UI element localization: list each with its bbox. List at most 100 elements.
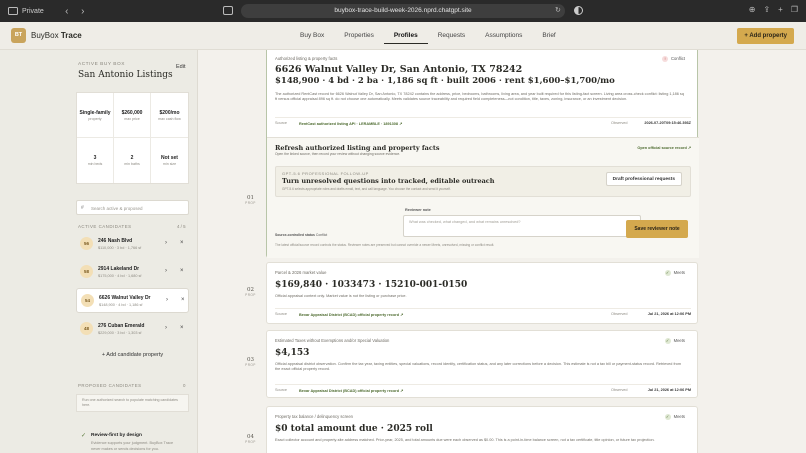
- app-header: BT BuyBox Trace Buy Box Properties Profi…: [0, 22, 806, 50]
- candidate-score: 48: [80, 322, 93, 335]
- source-row: Source Bexar Appraisal District (BCAD) o…: [275, 384, 691, 393]
- draft-requests-button[interactable]: Draft professional requests: [605, 172, 682, 186]
- status-badge-meets: ✓ Meets: [664, 270, 685, 276]
- stat-property-type: Single-family property: [77, 93, 114, 138]
- source-row: Source RentCast authorized listing API ·…: [275, 117, 691, 126]
- active-candidates-label: ACTIVE CANDIDATES: [78, 224, 132, 229]
- close-icon[interactable]: ×: [180, 325, 184, 331]
- close-icon[interactable]: ×: [180, 240, 184, 246]
- nav-profiles[interactable]: Profiles: [383, 22, 428, 44]
- candidate-search-input[interactable]: # Search active & proposed: [76, 200, 189, 215]
- observed-date: 2026-07-20T09:15:46.393Z: [644, 121, 691, 125]
- proposed-empty-note: Run one authorized search to populate ma…: [76, 394, 189, 412]
- status-badge-meets: ✓ Meets: [664, 414, 685, 420]
- refresh-section: Refresh authorized listing and property …: [267, 137, 699, 258]
- card-number: 02 PROP: [245, 287, 256, 297]
- share-icon[interactable]: ⇪: [763, 5, 770, 14]
- browser-toolbar: Private ‹ › buybox-trace-build-week-2026…: [0, 0, 806, 22]
- profile-card-parcel: Parcel & 2026 market value ✓ Meets $169,8…: [266, 262, 698, 324]
- candidate-name: 276 Cuban Emerald: [98, 323, 145, 329]
- source-link[interactable]: Bexar Appraisal District (BCAD) official…: [299, 312, 403, 317]
- card-body: Official appraisal context only. Market …: [275, 294, 407, 298]
- card-title: $4,153: [275, 348, 310, 358]
- outreach-kicker: GPT-5.6 PROFESSIONAL FOLLOW-UP: [282, 171, 369, 176]
- review-first-title: Review-first by design: [91, 433, 142, 438]
- reviewer-note-label: Reviewer note: [405, 208, 431, 212]
- candidate-score: 58: [80, 265, 93, 278]
- sidebar: ACTIVE BUY BOX Edit San Antonio Listings…: [0, 50, 198, 453]
- chevron-right-icon[interactable]: ›: [165, 268, 167, 274]
- sidebar-toggle-icon[interactable]: [8, 7, 18, 15]
- card-body: Official appraisal district observation.…: [275, 362, 682, 372]
- card-body: The authorized RentCast record for 6626 …: [275, 92, 684, 102]
- card-kicker: Authorized listing & property facts: [275, 56, 338, 61]
- download-icon[interactable]: ⊕: [749, 5, 756, 14]
- check-icon: ✓: [664, 338, 671, 344]
- check-icon: ✓: [81, 433, 87, 439]
- nav-assumptions[interactable]: Assumptions: [475, 22, 532, 50]
- edit-buy-box-link[interactable]: Edit: [176, 64, 185, 70]
- app-brand: BuyBox Trace: [31, 31, 82, 40]
- check-icon: ✓: [664, 414, 671, 420]
- privacy-shield-icon[interactable]: [574, 6, 583, 15]
- nav-buy-box[interactable]: Buy Box: [290, 22, 334, 50]
- stat-min-beds: 3 min beds: [77, 138, 114, 183]
- chevron-right-icon[interactable]: ›: [165, 325, 167, 331]
- chevron-right-icon[interactable]: ›: [166, 297, 168, 303]
- nav-properties[interactable]: Properties: [334, 22, 384, 50]
- card-number: 04 PROP: [245, 434, 256, 444]
- main-content: 01 PROP Authorized listing & property fac…: [198, 50, 806, 453]
- card-title: $0 total amount due · 2025 roll: [275, 424, 433, 434]
- tabs-icon[interactable]: ❐: [791, 5, 798, 14]
- card-body: Exact collector account and property-sit…: [275, 438, 655, 442]
- close-icon[interactable]: ×: [180, 268, 184, 274]
- candidate-score: 54: [81, 294, 94, 307]
- candidate-meta: $229,000 · 3 bd · 1,303 sf: [98, 331, 142, 335]
- candidate-item-selected[interactable]: 54 6626 Walnut Valley Dr $148,900 · 4 bd…: [76, 288, 189, 313]
- outreach-desc: GPT-5.6 selects appropriate roles and dr…: [282, 187, 451, 191]
- review-first-desc: Evidence supports your judgment. BuyBox …: [91, 441, 174, 451]
- source-link[interactable]: RentCast authorized listing API · LERAMB…: [299, 121, 402, 126]
- outreach-panel: GPT-5.6 PROFESSIONAL FOLLOW-UP Turn unre…: [275, 166, 691, 197]
- address-bar[interactable]: buybox-trace-build-week-2026.nprd.chatgp…: [241, 4, 565, 18]
- candidate-item[interactable]: 48 276 Cuban Emerald $229,000 · 3 bd · 1…: [76, 317, 189, 342]
- chevron-right-icon[interactable]: ›: [165, 240, 167, 246]
- stat-min-size: Not set min size: [161, 155, 178, 166]
- review-first-card: ✓ Review-first by design Evidence suppor…: [76, 426, 189, 453]
- status-badge-meets: ✓ Meets: [664, 338, 685, 344]
- candidate-meta: $148,900 · 4 bd · 1,186 sf: [99, 303, 143, 307]
- reviewer-note-input[interactable]: What was checked, what changed, and what…: [403, 215, 641, 237]
- candidate-item[interactable]: 58 2914 Lakeland Dr $175,000 · 4 bd · 1,…: [76, 260, 189, 285]
- candidate-name: 6626 Walnut Valley Dr: [99, 295, 151, 301]
- buy-box-stats: Single-family property $260,000 max price …: [76, 92, 189, 184]
- source-link[interactable]: Bexar Appraisal District (BCAD) official…: [299, 388, 403, 393]
- add-candidate-button[interactable]: + Add candidate property: [76, 349, 189, 362]
- source-row: Source Bexar Appraisal District (BCAD) o…: [275, 308, 691, 317]
- card-kicker: Property tax balance / delinquency scree…: [275, 414, 353, 419]
- observed-date: Jul 21, 2026 at 12:06 PM: [647, 388, 691, 392]
- candidate-name: 246 Nash Blvd: [98, 238, 133, 244]
- close-icon[interactable]: ×: [181, 297, 185, 303]
- refresh-title: Refresh authorized listing and property …: [275, 144, 440, 152]
- card-title: $169,840 · 1033473 · 15210-001-0150: [275, 280, 468, 290]
- card-subtitle: $148,900 · 4 bd · 2 ba · 1,186 sq ft · b…: [275, 76, 615, 86]
- new-tab-icon[interactable]: +: [778, 5, 783, 14]
- back-icon[interactable]: ‹: [62, 6, 72, 17]
- search-icon: #: [81, 205, 84, 211]
- nav-brief[interactable]: Brief: [532, 22, 565, 50]
- candidate-item[interactable]: 56 246 Nash Blvd $110,000 · 3 bd · 1,766…: [76, 232, 189, 257]
- forward-icon[interactable]: ›: [78, 6, 88, 17]
- top-nav: Buy Box Properties Profiles Requests Ass…: [290, 22, 566, 50]
- app-logo: BT: [11, 28, 26, 43]
- check-icon: ✓: [664, 270, 671, 276]
- candidate-meta: $175,000 · 4 bd · 1,680 sf: [98, 274, 142, 278]
- active-candidates-count: 4 / 5: [177, 224, 186, 229]
- tab-overview-icon[interactable]: [223, 6, 233, 15]
- add-property-button[interactable]: + Add property: [737, 28, 794, 44]
- save-reviewer-note-button[interactable]: Save reviewer note: [626, 220, 688, 238]
- reload-icon[interactable]: ↻: [555, 4, 561, 18]
- nav-requests[interactable]: Requests: [428, 22, 475, 50]
- buy-box-kicker: ACTIVE BUY BOX: [78, 62, 125, 67]
- stat-max-price: $260,000 max price: [114, 93, 151, 138]
- open-source-link[interactable]: Open official source record ↗: [637, 145, 691, 150]
